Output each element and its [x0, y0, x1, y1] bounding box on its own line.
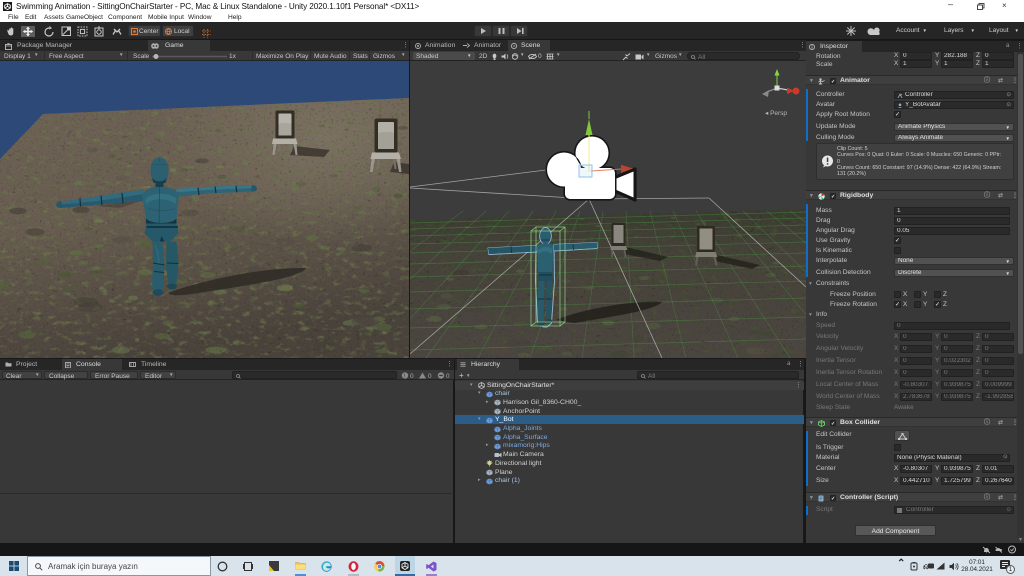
svg-text:0: 0: [428, 373, 432, 380]
svg-text:0: 0: [446, 373, 450, 380]
svg-text:0: 0: [410, 373, 414, 380]
svg-text:◂ Persp: ◂ Persp: [765, 110, 787, 117]
